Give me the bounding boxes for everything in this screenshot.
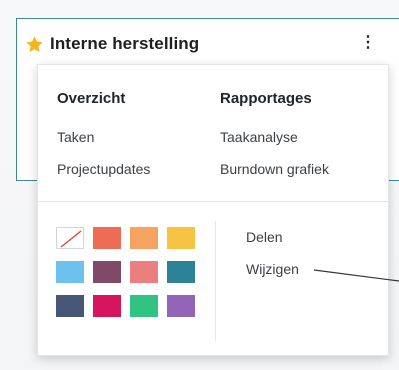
color-swatch-teal[interactable] <box>167 261 195 283</box>
kebab-glyph: ⋮ <box>360 34 376 51</box>
color-swatch-fuchsia[interactable] <box>93 295 121 317</box>
no-color-slash-icon <box>60 230 82 248</box>
reports-heading: Rapportages <box>220 90 312 107</box>
color-swatch-purple[interactable] <box>167 295 195 317</box>
color-swatch-salmon-pink[interactable] <box>130 261 158 283</box>
color-swatch-red[interactable] <box>93 227 121 249</box>
menu-item-edit[interactable]: Wijzigen <box>246 261 299 277</box>
star-icon[interactable] <box>25 35 44 54</box>
menu-divider <box>38 201 388 202</box>
color-swatch-green[interactable] <box>130 295 158 317</box>
menu-item-task-analysis[interactable]: Taakanalyse <box>220 129 298 145</box>
menu-item-share[interactable]: Delen <box>246 229 283 245</box>
color-swatch-yellow[interactable] <box>167 227 195 249</box>
color-swatch-orange[interactable] <box>130 227 158 249</box>
project-title[interactable]: Interne herstelling <box>50 34 199 54</box>
color-swatch-no-color[interactable] <box>56 227 84 249</box>
menu-item-project-updates[interactable]: Projectupdates <box>57 161 150 177</box>
menu-item-tasks[interactable]: Taken <box>57 129 94 145</box>
vertical-divider <box>215 221 216 341</box>
card-header: Interne herstelling <box>25 34 199 54</box>
menu-item-burndown-chart[interactable]: Burndown grafiek <box>220 161 329 177</box>
overview-heading: Overzicht <box>57 90 126 107</box>
project-dropdown-menu: Overzicht Taken Projectupdates Rapportag… <box>37 64 389 356</box>
annotation-pointer-line <box>314 269 399 282</box>
color-swatch-dark-blue[interactable] <box>56 295 84 317</box>
color-swatch-light-blue[interactable] <box>56 261 84 283</box>
color-swatch-dark-purple[interactable] <box>93 261 121 283</box>
kebab-menu-icon[interactable]: ⋮ <box>360 34 376 52</box>
